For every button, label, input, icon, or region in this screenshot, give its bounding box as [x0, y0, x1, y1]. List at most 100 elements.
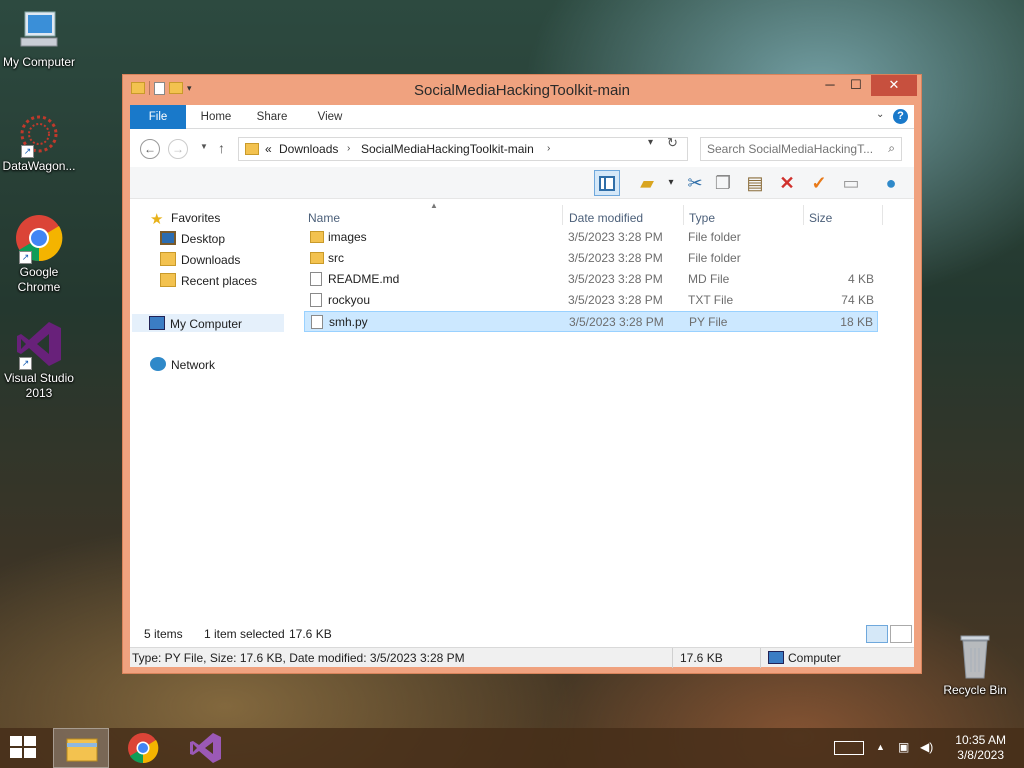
- navigation-pane-button[interactable]: [594, 170, 620, 196]
- desktop-icon-label: Visual Studio 2013: [4, 371, 74, 400]
- taskbar-chrome[interactable]: [115, 728, 171, 768]
- nav-desktop-label: Desktop: [181, 232, 226, 246]
- desktop-icon-datawagon[interactable]: ↗ DataWagon...: [0, 112, 81, 174]
- shortcut-arrow-icon: ↗: [19, 357, 32, 370]
- copy-icon[interactable]: ❐: [710, 170, 736, 196]
- up-arrow-icon[interactable]: ↑: [218, 140, 225, 156]
- chevron-right-icon[interactable]: ›: [347, 143, 350, 154]
- file-date: 3/5/2023 3:28 PM: [568, 293, 663, 307]
- chrome-icon: [128, 733, 159, 764]
- search-input[interactable]: [707, 141, 877, 157]
- windows-logo-icon: [24, 748, 36, 758]
- desktop-icon-chrome[interactable]: ↗ Google Chrome: [0, 214, 81, 295]
- tab-view[interactable]: View: [310, 105, 350, 129]
- nav-desktop[interactable]: Desktop: [160, 230, 225, 248]
- delete-icon[interactable]: ✕: [774, 170, 800, 196]
- file-type: File folder: [688, 251, 741, 265]
- network-status-icon[interactable]: ▣: [898, 740, 909, 754]
- title-bar[interactable]: ▾ SocialMediaHackingToolkit-main ─ ☐ ✕: [123, 75, 921, 105]
- expand-ribbon-icon[interactable]: ⌄: [876, 109, 884, 120]
- refresh-icon[interactable]: ↻: [667, 135, 678, 151]
- details-size: 17.6 KB: [680, 651, 723, 665]
- window-title: SocialMediaHackingToolkit-main: [414, 82, 630, 99]
- column-header-name[interactable]: Name: [308, 211, 340, 225]
- details-location: Computer: [788, 651, 841, 665]
- show-hidden-icons-icon[interactable]: ▲: [876, 742, 885, 752]
- breadcrumb-overflow[interactable]: «: [265, 142, 272, 156]
- windows-logo-icon: [10, 736, 22, 746]
- back-button[interactable]: ←: [140, 139, 160, 159]
- globe-icon[interactable]: ●: [878, 170, 904, 196]
- taskbar-file-explorer[interactable]: [53, 728, 109, 768]
- close-button[interactable]: ✕: [871, 75, 917, 96]
- clock[interactable]: 10:35 AM 3/8/2023: [955, 733, 1006, 763]
- file-row-selected[interactable]: smh.py 3/5/2023 3:28 PM PY File 18 KB: [304, 311, 878, 332]
- selection-count: 1 item selected: [204, 627, 285, 641]
- tab-share[interactable]: Share: [252, 105, 292, 129]
- recycle-bin-icon: [955, 632, 995, 680]
- column-header-size[interactable]: Size: [809, 211, 832, 225]
- nav-my-computer[interactable]: My Computer: [132, 314, 284, 332]
- tab-home[interactable]: Home: [194, 105, 238, 129]
- address-row: ← → ▼ ↑ « Downloads › SocialMediaHacking…: [130, 133, 914, 163]
- file-row[interactable]: README.md 3/5/2023 3:28 PM MD File 4 KB: [304, 269, 878, 290]
- open-folder-icon[interactable]: ▰: [634, 170, 660, 196]
- file-row[interactable]: rockyou 3/5/2023 3:28 PM TXT File 74 KB: [304, 290, 878, 311]
- volume-icon[interactable]: ◀): [920, 740, 933, 754]
- file-name: src: [328, 251, 344, 265]
- datawagon-icon: ↗: [17, 112, 61, 158]
- visual-studio-icon: [190, 733, 221, 763]
- nav-network[interactable]: Network: [150, 356, 215, 374]
- details-bar: Type: PY File, Size: 17.6 KB, Date modif…: [130, 647, 914, 668]
- search-box[interactable]: ⌕: [700, 137, 902, 161]
- forward-button[interactable]: →: [168, 139, 188, 159]
- nav-favorites-label: Favorites: [171, 211, 221, 225]
- minimize-button[interactable]: ─: [817, 75, 843, 96]
- desktop-icon-my-computer[interactable]: My Computer: [0, 10, 81, 70]
- address-bar[interactable]: « Downloads › SocialMediaHackingToolkit-…: [238, 137, 688, 161]
- column-header-date[interactable]: Date modified: [569, 211, 643, 225]
- cut-icon[interactable]: ✂: [682, 170, 708, 196]
- column-header-type[interactable]: Type: [689, 211, 715, 225]
- checkmark-icon[interactable]: ✓: [806, 170, 832, 196]
- dropdown-arrow-icon[interactable]: ▾: [658, 170, 684, 196]
- tab-file[interactable]: File: [130, 105, 186, 129]
- breadcrumb-downloads[interactable]: Downloads: [279, 142, 338, 156]
- start-button[interactable]: [10, 736, 38, 760]
- address-dropdown-icon[interactable]: ▾: [648, 137, 653, 148]
- document-icon: [311, 315, 323, 329]
- recent-places-icon: [160, 273, 176, 287]
- chrome-icon: ↗: [15, 214, 63, 264]
- maximize-button[interactable]: ☐: [843, 75, 869, 96]
- chevron-right-icon[interactable]: ›: [547, 143, 550, 154]
- rename-icon[interactable]: ▭: [838, 170, 864, 196]
- desktop-icon-visual-studio[interactable]: ↗ Visual Studio 2013: [0, 320, 81, 401]
- details-divider: [760, 648, 761, 668]
- shortcut-arrow-icon: ↗: [19, 251, 32, 264]
- search-icon[interactable]: ⌕: [888, 141, 895, 156]
- taskbar-visual-studio[interactable]: [177, 728, 233, 768]
- desktop-icon-label: Google Chrome: [17, 265, 61, 294]
- file-row[interactable]: images 3/5/2023 3:28 PM File folder: [304, 227, 878, 248]
- nav-downloads[interactable]: Downloads: [160, 251, 240, 269]
- shortcut-arrow-icon: ↗: [21, 145, 34, 158]
- large-icons-view-button[interactable]: [890, 625, 912, 643]
- nav-computer-label: My Computer: [170, 317, 243, 331]
- folder-icon: [310, 231, 324, 243]
- star-icon: ★: [150, 211, 164, 228]
- column-separator[interactable]: [882, 205, 883, 225]
- nav-recent-places[interactable]: Recent places: [160, 272, 257, 290]
- column-separator[interactable]: [683, 205, 684, 225]
- network-icon: [150, 357, 166, 371]
- desktop-icon-recycle-bin[interactable]: Recycle Bin: [933, 632, 1017, 698]
- details-view-button[interactable]: [866, 625, 888, 643]
- keyboard-icon[interactable]: [834, 741, 864, 755]
- nav-favorites[interactable]: ★ Favorites: [150, 209, 220, 227]
- breadcrumb-current[interactable]: SocialMediaHackingToolkit-main: [361, 142, 534, 156]
- column-separator[interactable]: [562, 205, 563, 225]
- file-row[interactable]: src 3/5/2023 3:28 PM File folder: [304, 248, 878, 269]
- recent-locations-icon[interactable]: ▼: [200, 142, 208, 151]
- help-icon[interactable]: ?: [893, 109, 908, 124]
- paste-icon[interactable]: ▤: [742, 170, 768, 196]
- column-separator[interactable]: [803, 205, 804, 225]
